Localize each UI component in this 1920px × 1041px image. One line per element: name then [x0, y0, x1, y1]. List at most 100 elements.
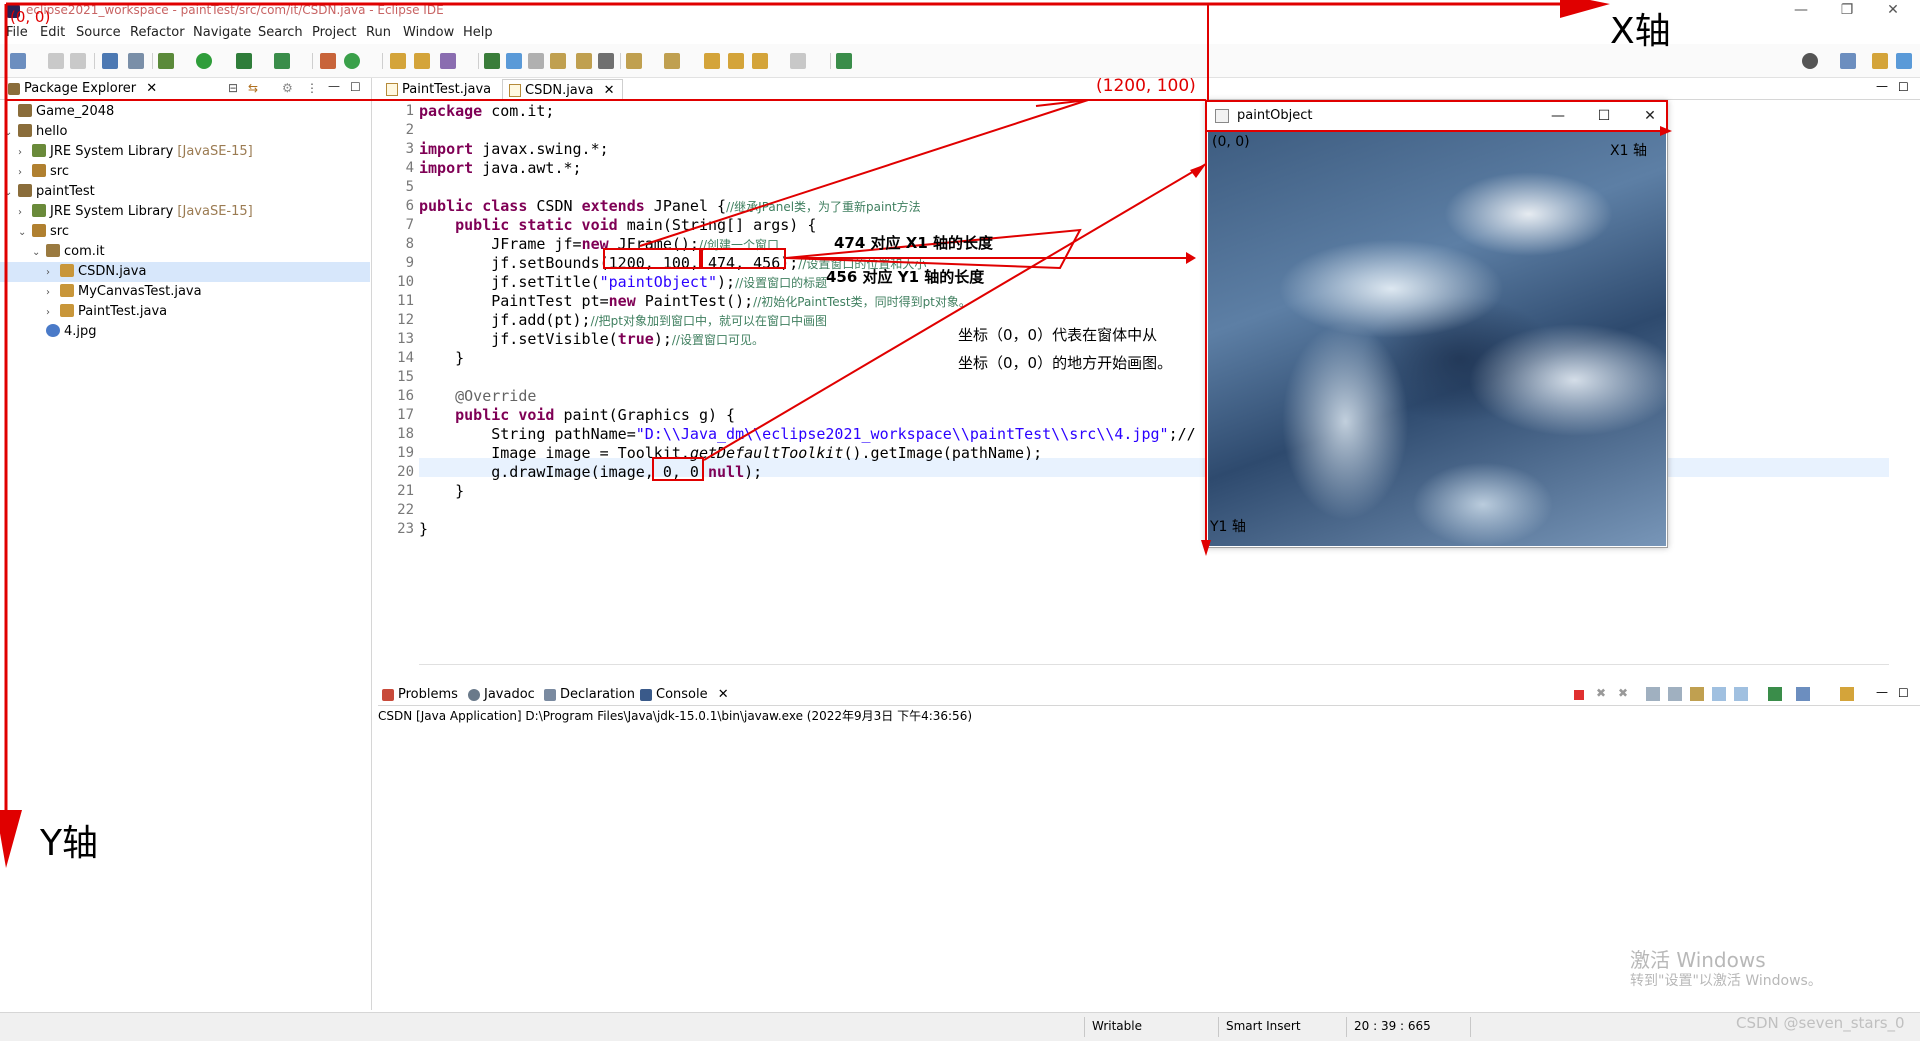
toggle-mark-icon[interactable] [484, 53, 500, 69]
menu-edit[interactable]: Edit [40, 25, 65, 40]
tree-item[interactable]: › MyCanvasTest.java [0, 282, 370, 302]
remove-launch-icon[interactable]: ✖ [1596, 686, 1606, 700]
next-annotation-icon[interactable] [576, 53, 592, 69]
clear-console-icon[interactable] [1646, 687, 1660, 701]
tab-csdn-java[interactable]: CSDN.java ✕ [502, 79, 624, 100]
show-stderr-icon[interactable] [1734, 687, 1748, 701]
code-line[interactable]: jf.setTitle("paintObject");//设置窗口的标题 [419, 273, 827, 292]
menu-search[interactable]: Search [258, 25, 303, 40]
filter-icon[interactable]: ⚙ [282, 81, 293, 95]
run-icon[interactable] [196, 53, 212, 69]
tree-item[interactable]: › JRE System Library [JavaSE-15] [0, 142, 370, 162]
code-line[interactable]: PaintTest pt=new PaintTest();//初始化PaintT… [419, 292, 971, 311]
code-line[interactable]: } [419, 349, 464, 368]
tab-painttest-java[interactable]: PaintTest.java [380, 79, 499, 100]
menu-refactor[interactable]: Refactor [130, 25, 185, 40]
minimize-button[interactable]: — [1778, 0, 1824, 22]
open-console-icon[interactable] [1840, 687, 1854, 701]
tab-declaration[interactable]: Declaration [542, 686, 635, 704]
maximize-console-icon[interactable]: ☐ [1898, 686, 1909, 700]
minimize-view-icon[interactable]: — [328, 79, 340, 93]
terminate-icon[interactable] [1574, 690, 1584, 700]
code-line[interactable]: jf.setVisible(true);//设置窗口可见。 [419, 330, 764, 349]
view-menu-icon[interactable]: ⋮ [306, 81, 318, 95]
pin-editor-icon[interactable] [836, 53, 852, 69]
tree-item[interactable]: ⌄ src [0, 222, 370, 242]
new-java-class-icon[interactable] [344, 53, 360, 69]
chevron-right-icon[interactable]: › [46, 303, 58, 323]
tree-item[interactable]: › src [0, 162, 370, 182]
chevron-down-icon[interactable]: ⌄ [4, 123, 16, 143]
code-line[interactable]: public static void main(String[] args) { [419, 216, 816, 235]
tree-item[interactable]: ⌄ hello [0, 122, 370, 142]
minimize-console-icon[interactable]: — [1876, 685, 1888, 699]
code-line[interactable]: Image image = Toolkit.getDefaultToolkit(… [419, 444, 1042, 463]
horizontal-scrollbar[interactable] [419, 664, 1889, 672]
open-perspective-icon[interactable] [1840, 53, 1856, 69]
chevron-right-icon[interactable]: › [18, 203, 30, 223]
terminal-icon[interactable] [102, 53, 118, 69]
chevron-right-icon[interactable]: › [46, 263, 58, 283]
display-console-icon[interactable] [1796, 687, 1810, 701]
word-wrap-icon[interactable] [1690, 687, 1704, 701]
menu-help[interactable]: Help [463, 25, 493, 40]
debug-icon[interactable] [158, 53, 174, 69]
maximize-editor-icon[interactable]: ☐ [1898, 80, 1909, 94]
menu-run[interactable]: Run [366, 25, 391, 40]
code-line[interactable]: import javax.swing.*; [419, 140, 609, 159]
forward-icon[interactable] [790, 53, 806, 69]
save-all-icon[interactable] [70, 53, 86, 69]
skip-breakpoints-icon[interactable] [128, 53, 144, 69]
new-java-package-icon[interactable] [320, 53, 336, 69]
close-icon[interactable]: ✕ [718, 687, 729, 702]
prev-edit-icon[interactable] [664, 53, 680, 69]
package-explorer-tab[interactable]: Package Explorer ✕ [6, 80, 157, 98]
minimize-editor-icon[interactable]: — [1876, 79, 1888, 93]
restore-button[interactable]: ❐ [1824, 0, 1870, 22]
chevron-right-icon[interactable]: › [18, 163, 30, 183]
open-type-icon[interactable] [390, 53, 406, 69]
java-perspective-icon[interactable] [1896, 53, 1912, 69]
close-button[interactable]: ✕ [1870, 0, 1916, 22]
pin-console-icon[interactable] [1768, 687, 1782, 701]
search-icon[interactable] [1802, 53, 1818, 69]
tree-item[interactable]: › PaintTest.java [0, 302, 370, 322]
maximize-view-icon[interactable]: ☐ [350, 80, 361, 94]
chevron-down-icon[interactable]: ⌄ [18, 223, 30, 243]
save-icon[interactable] [48, 53, 64, 69]
tree-item[interactable]: › Game_2048 [0, 102, 370, 122]
pilcrow-icon[interactable] [598, 53, 614, 69]
menu-window[interactable]: Window [403, 25, 454, 40]
show-stdout-icon[interactable] [1712, 687, 1726, 701]
chevron-right-icon[interactable]: › [18, 143, 30, 163]
menu-source[interactable]: Source [76, 25, 121, 40]
tree-item[interactable]: ⌄ paintTest [0, 182, 370, 202]
menu-project[interactable]: Project [312, 25, 356, 40]
external-tools-icon[interactable] [274, 53, 290, 69]
show-whitespace-icon[interactable] [550, 53, 566, 69]
code-editor[interactable]: 1 2 3 4 5 6 7 8 9 10 11 12 13 14 15 16 17 18 19 20 21 22 23 pa… [378, 100, 1898, 670]
close-icon[interactable]: ✕ [146, 81, 157, 96]
code-line[interactable]: public void paint(Graphics g) { [419, 406, 735, 425]
collapse-all-icon[interactable]: ⊟ [228, 81, 238, 95]
tree-item[interactable]: › JRE System Library [JavaSE-15] [0, 202, 370, 222]
last-edit-location-icon[interactable] [704, 53, 720, 69]
java-ee-perspective-icon[interactable] [1872, 53, 1888, 69]
open-task-icon[interactable] [414, 53, 430, 69]
chevron-down-icon[interactable]: ⌄ [32, 243, 44, 263]
chevron-right-icon[interactable]: › [46, 283, 58, 303]
tree-item[interactable]: 4.jpg [0, 322, 370, 342]
tab-console[interactable]: Console ✕ [638, 686, 729, 704]
back-icon[interactable] [752, 53, 768, 69]
coverage-icon[interactable] [236, 53, 252, 69]
toggle-word-wrap-icon[interactable] [506, 53, 522, 69]
chevron-right-icon[interactable]: › [4, 103, 16, 123]
link-editor-icon[interactable]: ⇆ [248, 81, 258, 95]
code-line[interactable]: import java.awt.*; [419, 159, 582, 178]
block-selection-icon[interactable] [528, 53, 544, 69]
code-line[interactable]: public class CSDN extends JPanel {//继承JP… [419, 197, 921, 216]
code-line[interactable]: } [419, 520, 428, 539]
scroll-lock-icon[interactable] [1668, 687, 1682, 701]
tab-javadoc[interactable]: Javadoc [466, 686, 535, 704]
code-line[interactable]: @Override [419, 387, 536, 406]
